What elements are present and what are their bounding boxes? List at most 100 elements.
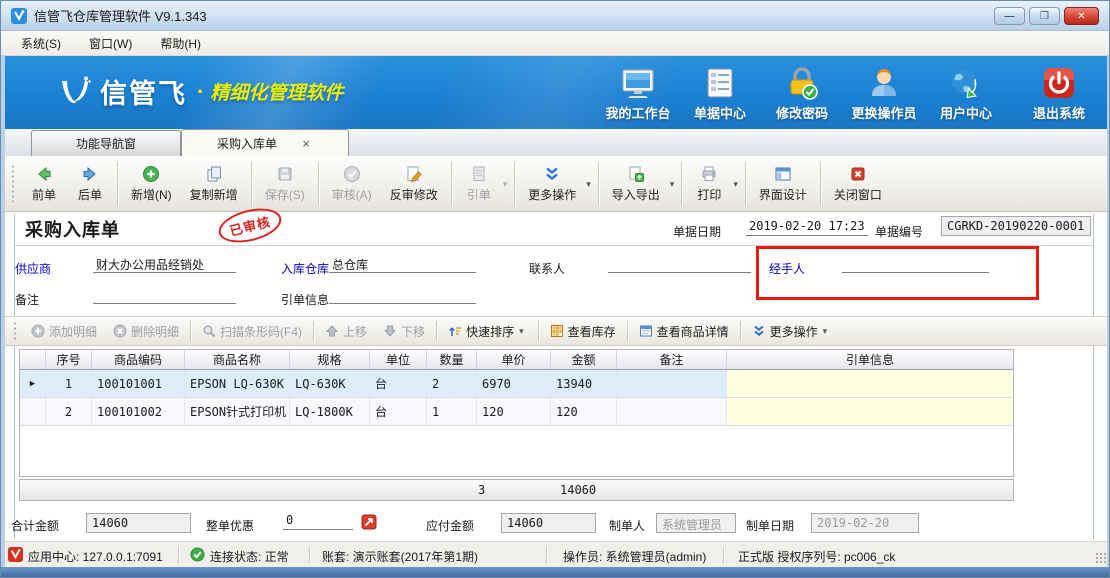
maximize-button[interactable]: ❐ [1029, 7, 1060, 25]
resize-grip[interactable] [1095, 552, 1107, 564]
table-row[interactable]: 2 100101002 EPSON针式打印机 LQ-1800K 台 1 120 … [20, 398, 1013, 426]
banner-action-workbench[interactable]: 我的工作台 [594, 65, 682, 122]
discount-adjust-button[interactable] [361, 514, 377, 530]
creator-field: 系统管理员 [656, 513, 736, 533]
button-label: 复制新增 [190, 186, 238, 203]
printer-icon [700, 165, 718, 183]
discount-field[interactable]: 0 [283, 511, 353, 530]
dropdown-arrow-icon[interactable]: ▾ [586, 179, 591, 190]
row-marker-header [20, 350, 46, 369]
dropdown-arrow-icon[interactable]: ▾ [733, 179, 738, 190]
create-date-field: 2019-02-20 [811, 513, 919, 533]
column-header[interactable]: 规格 [290, 350, 370, 369]
column-header[interactable]: 备注 [617, 350, 727, 369]
banner-action-switch-operator[interactable]: 更换操作员 [840, 65, 928, 122]
double-chevron-down-icon [543, 165, 561, 183]
tab-purchase-receipt[interactable]: 采购入库单 × [181, 129, 349, 156]
remark-field[interactable] [93, 285, 236, 304]
column-header[interactable]: 商品名称 [185, 350, 290, 369]
window-bottom-border [1, 567, 1110, 578]
ref-info-field[interactable] [329, 285, 476, 304]
x-circle-gray-icon [113, 324, 127, 338]
toolbar-grip[interactable] [11, 164, 15, 204]
minimize-button[interactable]: — [994, 7, 1025, 25]
button-label: 审核(A) [332, 186, 372, 203]
column-header[interactable]: 单位 [370, 350, 427, 369]
cell-unit: 台 [370, 370, 427, 397]
button-label: 删除明细 [131, 323, 179, 340]
tab-close-icon[interactable]: × [299, 136, 313, 150]
status-license: 正式版 授权序列号: pc006_ck [738, 548, 895, 565]
save-button[interactable]: 保存(S) [256, 159, 314, 209]
more-actions-button[interactable]: 更多操作 [519, 159, 585, 209]
minimize-icon: — [1005, 11, 1015, 22]
banner-action-user-center[interactable]: 用户中心 [922, 65, 1010, 122]
close-button[interactable]: ✕ [1064, 7, 1099, 25]
doc-date-field[interactable]: 2019-02-20 17:23 [746, 217, 868, 236]
dropdown-arrow-icon[interactable]: ▾ [519, 326, 524, 337]
column-header[interactable]: 序号 [46, 350, 92, 369]
move-down-button[interactable]: 下移 [375, 319, 433, 343]
status-operator: 操作员: 系统管理员(admin) [563, 548, 706, 565]
banner-action-label: 单据中心 [694, 103, 746, 122]
menu-help[interactable]: 帮助(H) [146, 32, 215, 55]
ref-doc-button[interactable]: 引单 [456, 159, 502, 209]
column-header[interactable]: 引单信息 [727, 350, 1013, 369]
column-header[interactable]: 商品编码 [92, 350, 185, 369]
scan-barcode-button[interactable]: 扫描条形码(F4) [194, 319, 310, 343]
add-new-button[interactable]: 新增(N) [122, 159, 181, 209]
tab-nav-panel[interactable]: 功能导航窗 [31, 130, 181, 156]
button-label: 后单 [78, 186, 102, 203]
column-header[interactable]: 单价 [477, 350, 551, 369]
banner-action-label: 用户中心 [940, 103, 992, 122]
dropdown-arrow-icon[interactable]: ▾ [823, 326, 828, 337]
next-doc-button[interactable]: 后单 [67, 159, 113, 209]
toolbar-grip[interactable] [13, 321, 17, 341]
edit-pencil-icon [405, 165, 423, 183]
add-line-button[interactable]: 添加明细 [23, 319, 105, 343]
close-window-button[interactable]: 关闭窗口 [825, 159, 891, 209]
cell-remark [617, 398, 727, 425]
menu-system[interactable]: 系统(S) [7, 32, 75, 55]
red-highlight-annotation [756, 246, 1039, 300]
main-toolbar: 前单 后单 新增(N) 复制新增 保存(S) 审核(A) 反审修改 [1, 156, 1110, 212]
warehouse-field[interactable]: 总仓库 [329, 254, 476, 273]
dropdown-arrow-icon[interactable]: ▾ [503, 179, 508, 190]
window-left-border [1, 55, 5, 567]
quick-sort-button[interactable]: 快速排序 ▾ [440, 319, 535, 343]
arrow-left-icon [35, 165, 53, 183]
column-header[interactable]: 金额 [551, 350, 617, 369]
print-button[interactable]: 打印 [686, 159, 732, 209]
audit-button[interactable]: 审核(A) [323, 159, 381, 209]
app-window: 信管飞仓库管理软件 V9.1.343 — ❐ ✕ 系统(S) 窗口(W) 帮助(… [0, 0, 1110, 578]
move-up-button[interactable]: 上移 [317, 319, 375, 343]
banner-action-change-password[interactable]: 修改密码 [758, 65, 846, 122]
doc-no-label: 单据编号 [875, 223, 923, 240]
view-product-detail-button[interactable]: 查看商品详情 [631, 319, 737, 343]
brand-logo: 信管飞 · 精细化管理软件 [56, 72, 343, 111]
import-export-button[interactable]: 导入导出 [603, 159, 669, 209]
dropdown-arrow-icon[interactable]: ▾ [670, 179, 675, 190]
banner-action-exit[interactable]: 退出系统 [1015, 65, 1103, 122]
supplier-field[interactable]: 财大办公用品经销处 [93, 254, 236, 273]
ui-design-button[interactable]: 界面设计 [750, 159, 816, 209]
unaudit-button[interactable]: 反审修改 [381, 159, 447, 209]
banner: 信管飞 · 精细化管理软件 我的工作台 单据中心 修改密码 更 [1, 56, 1110, 129]
cell-code: 100101001 [92, 370, 185, 397]
more-detail-actions-button[interactable]: 更多操作 ▾ [744, 319, 839, 343]
status-app-center: 应用中心: 127.0.0.1:7091 [28, 548, 163, 565]
table-row[interactable]: ▶ 1 100101001 EPSON LQ-630K LQ-630K 台 2 … [20, 370, 1013, 398]
cell-qty: 2 [427, 370, 477, 397]
copy-new-button[interactable]: 复制新增 [181, 159, 247, 209]
banner-action-doc-center[interactable]: 单据中心 [676, 65, 764, 122]
view-stock-button[interactable]: 查看库存 [542, 319, 624, 343]
button-label: 反审修改 [390, 186, 438, 203]
status-account-set: 账套: 演示账套(2017年第1期) [322, 548, 478, 565]
contact-field[interactable] [608, 254, 751, 273]
line-items-grid: 序号 商品编码 商品名称 规格 单位 数量 单价 金额 备注 引单信息 ▶ 1 … [19, 349, 1014, 477]
column-header[interactable]: 数量 [427, 350, 477, 369]
menu-window[interactable]: 窗口(W) [75, 32, 146, 55]
prev-doc-button[interactable]: 前单 [21, 159, 67, 209]
delete-line-button[interactable]: 删除明细 [105, 319, 187, 343]
status-bar: 应用中心: 127.0.0.1:7091 连接状态: 正常 账套: 演示账套(2… [1, 541, 1110, 567]
